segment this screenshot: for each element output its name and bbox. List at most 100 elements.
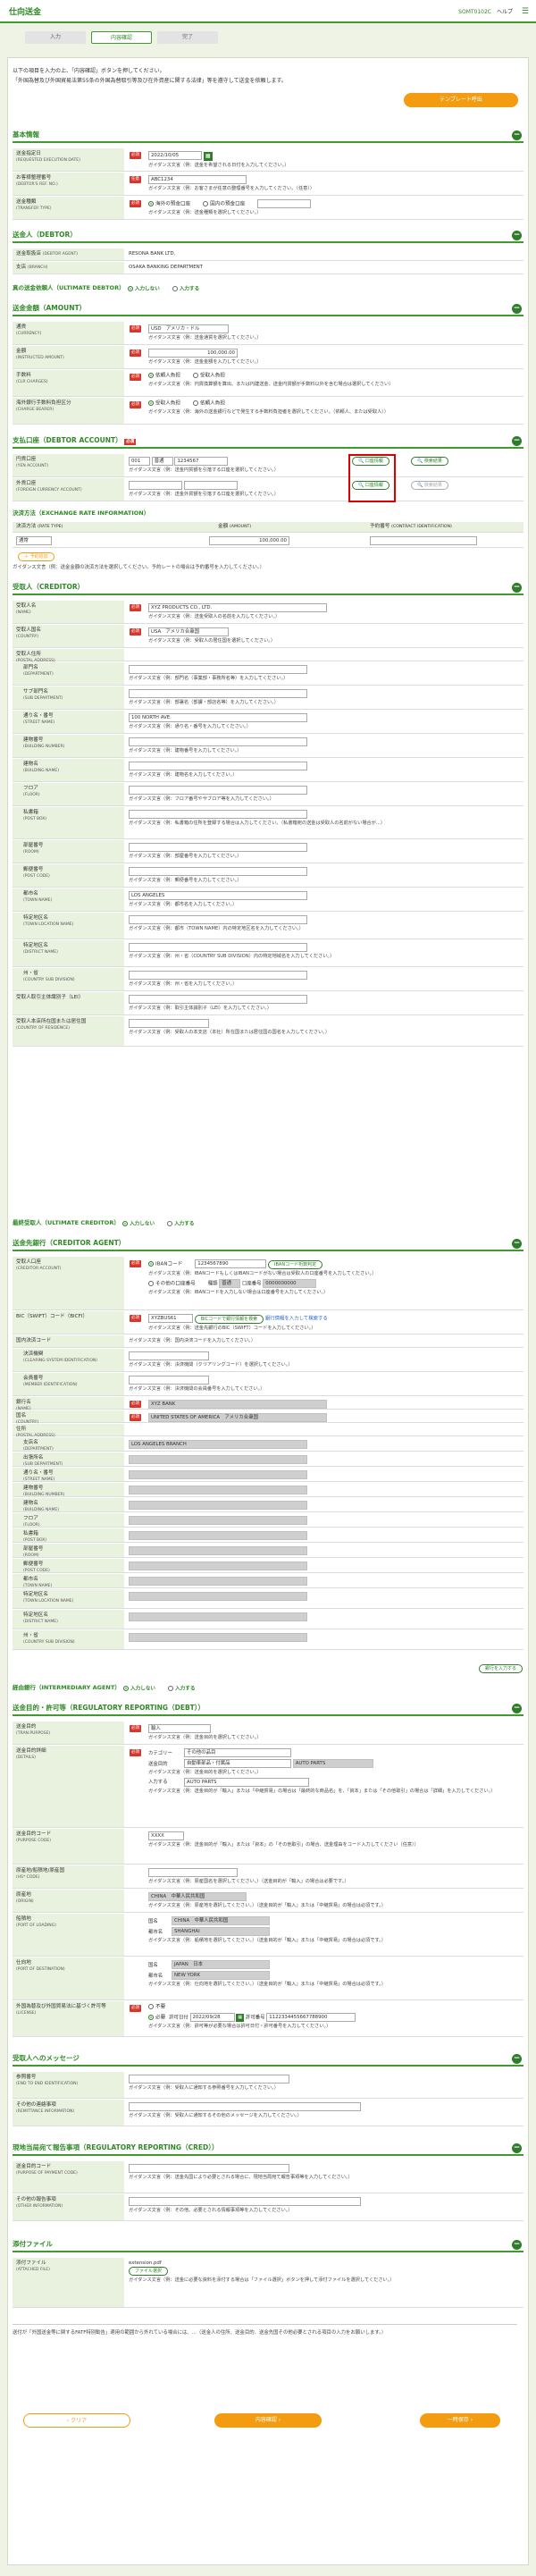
- tloc-input[interactable]: [129, 915, 307, 924]
- row-charges: 手数料 (CLR CHARGES) 必須 依頼人負担 受取人負担 ガイダンス文言（例：円…: [13, 370, 523, 397]
- row-street: 通り名・番号 (STREET NAME) 100 NORTH AVE. ガイダンス文言…: [13, 711, 523, 734]
- bank-input[interactable]: XYZ BANK: [148, 1400, 327, 1409]
- street-input[interactable]: 100 NORTH AVE.: [129, 713, 307, 722]
- row-charge-bearer: 海外銀行手数料負担区分 (CHARGE BEARER) 必須 受取人負担 依頼人負担ガ…: [13, 398, 523, 425]
- bpobox-input[interactable]: [129, 1531, 307, 1540]
- bdist-input[interactable]: [129, 1612, 307, 1621]
- bcountry-input[interactable]: UNITED STATES OF AMERICA アメリカ合衆国: [148, 1413, 327, 1422]
- collapse-icon[interactable]: −: [512, 2143, 522, 2153]
- bbldg-input[interactable]: [129, 1486, 307, 1494]
- row-pobox: 私書箱 (POST BOX) ガイダンス文言（例：私書箱の住所を登録する場合は入力し…: [13, 807, 523, 839]
- row-country: 受取人国名 (COUNTRY) 必須 USA アメリカ合衆国 ガイダンス文言（例：受取人…: [13, 625, 523, 648]
- room-input[interactable]: [129, 843, 307, 852]
- bbname-input[interactable]: [129, 1501, 307, 1510]
- row-purpose-code: 送金目的コード (PURPOSE CODE) XXXX ガイダンス文言（例：送金目的…: [13, 1829, 523, 1865]
- amount-input[interactable]: 100,000.00: [148, 349, 238, 358]
- collapse-icon[interactable]: −: [512, 1704, 522, 1713]
- btloc-input[interactable]: [129, 1592, 307, 1601]
- bpost-input[interactable]: [129, 1562, 307, 1570]
- fx-account-clear-button[interactable]: 🔍 検索結果: [411, 481, 448, 490]
- clear-button[interactable]: ‹ クリア: [23, 2413, 130, 2428]
- row-bpobox: 私書箱 (POST BOX): [13, 1528, 523, 1543]
- country-input[interactable]: USA アメリカ合衆国: [148, 627, 229, 636]
- exchange-header: 決済方法 (RATE TYPE) 金額 (AMOUNT) 予約番号 (CONTR…: [13, 522, 523, 533]
- bfloor-input[interactable]: [129, 1516, 307, 1525]
- district-input[interactable]: [129, 943, 307, 952]
- date-input[interactable]: 2022/10/05: [148, 151, 202, 160]
- yen-account-clear-button[interactable]: 🔍 検索結果: [411, 457, 448, 466]
- footer-note: 送付が「外国送金等に関するFATF特別勧告」適用の範囲から外れている場合には、.…: [13, 2324, 517, 2336]
- bldg-input[interactable]: [129, 737, 307, 746]
- ref-input[interactable]: ABC1234: [148, 175, 247, 184]
- row-ref: お客様整理番号 (DEBTOR'S REF. NO.) 任意 ABC1234 ガイダン…: [13, 173, 523, 196]
- town-input[interactable]: LOS ANGELES: [129, 891, 307, 900]
- template-button[interactable]: テンプレート呼出: [404, 93, 518, 107]
- bbranch-input[interactable]: LOS ANGELES BRANCH: [129, 1440, 307, 1449]
- confirm-button[interactable]: 内容確認 ›: [214, 2413, 322, 2428]
- bank-edit-button[interactable]: 銀行を入力する: [479, 1664, 523, 1673]
- row-btloc: 特定地区名 (TOWN LOCATION NAME): [13, 1589, 523, 1609]
- collapse-icon[interactable]: −: [512, 231, 522, 240]
- collapse-icon[interactable]: −: [512, 2054, 522, 2064]
- row-bcountry: 国名 (COUNTRY) 必須 UNITED STATES OF AMERICA アメ…: [13, 1410, 523, 1425]
- help-link[interactable]: ヘルプ: [497, 9, 513, 16]
- res-input[interactable]: [129, 1019, 209, 1028]
- calendar-icon[interactable]: ▦: [236, 2014, 245, 2023]
- row-addr: 受取人住所 (POSTAL ADDRESS): [13, 649, 523, 663]
- row-purpose-details: 送金目的詳細 (DETAILS) 必須 カテゴリー その他の品目 送金目的 自動車部品・…: [13, 1746, 523, 1828]
- bsub-input[interactable]: [129, 1455, 307, 1464]
- step-confirm: 内容確認: [91, 31, 152, 44]
- subdept-input[interactable]: [129, 689, 307, 698]
- bstreet-input[interactable]: [129, 1470, 307, 1479]
- save-button[interactable]: 一時保存 ›: [420, 2413, 500, 2428]
- highlight-box: [348, 454, 396, 502]
- row-member-id: 会員番号 (MEMBER IDENTIFICATION) ガイダンス文言（例：決済…: [13, 1373, 523, 1396]
- section-agent: 送金先銀行（CREDITOR AGENT） −: [13, 1239, 523, 1251]
- bname-input[interactable]: [129, 762, 307, 770]
- broom-input[interactable]: [129, 1546, 307, 1555]
- row-post: 郵便番号 (POST CODE) ガイダンス文言（例：郵便番号を入力してください。）: [13, 864, 523, 888]
- collapse-icon[interactable]: −: [512, 304, 522, 314]
- section-message: 受取人へのメッセージ −: [13, 2054, 523, 2067]
- collapse-icon[interactable]: −: [512, 436, 522, 446]
- add-contract-button[interactable]: ＋ 予約追加: [18, 552, 54, 561]
- row-floor: フロア (FLOOR) ガイダンス文言（例：フロア番号やサブロア等を入力してください…: [13, 783, 523, 806]
- row-port-loading: 船積地 (PORT OF LOADING) 国名 CHINA 中華人民共和国 都市名 S…: [13, 1914, 523, 1957]
- pobox-input[interactable]: [129, 810, 307, 819]
- dept-input[interactable]: [129, 665, 307, 674]
- row-branch: 支店 (BRANCH) OSAKA BANKING DEPARTMENT: [13, 262, 523, 274]
- section-amount: 送金金額（AMOUNT） −: [13, 304, 523, 316]
- section-cred-report: 現地当局宛て報告事項（REGULATORY REPORTING（CRED）） −: [13, 2143, 523, 2156]
- menu-icon[interactable]: ☰: [522, 7, 529, 18]
- type-overseas-radio[interactable]: 海外の預金口座: [148, 201, 190, 208]
- row-fx-account: 外貨口座 (FOREIGN CURRENCY ACCOUNT) ガイダンス文言（例…: [13, 478, 523, 501]
- post-input[interactable]: [129, 867, 307, 876]
- floor-input[interactable]: [129, 786, 307, 795]
- collapse-icon[interactable]: −: [512, 2240, 522, 2250]
- section-remitter: 送金人（DEBTOR） −: [13, 231, 523, 243]
- lei-input[interactable]: [129, 995, 307, 1004]
- bstate-input[interactable]: [129, 1633, 307, 1642]
- row-broom: 部屋番号 (ROOM): [13, 1544, 523, 1558]
- app-header: 仕向送金 SOMT0102C ヘルプ ☰: [0, 0, 536, 23]
- row-debtor-agent: 送金取扱店 (DEBTOR AGENT) RESONA BANK LTD.: [13, 248, 523, 261]
- collapse-icon[interactable]: −: [512, 1239, 522, 1249]
- currency-select[interactable]: USD アメリカ・ドル: [148, 324, 229, 333]
- calendar-icon[interactable]: ▦: [203, 151, 213, 161]
- user-id[interactable]: SOMT0102C: [458, 9, 491, 16]
- collapse-icon[interactable]: −: [512, 583, 522, 593]
- row-bpost: 郵便番号 (POST CODE): [13, 1559, 523, 1573]
- row-clearing-system: 決済機関 (CLEARING SYSTEM IDENTIFICATION) ガイダ…: [13, 1349, 523, 1372]
- row-yen-account: 円貨口座 (YEN ACCOUNT) 001 普通 1234567 ガイダンス文言（…: [13, 454, 523, 477]
- exchange-row: 通常 100,000.00: [13, 534, 523, 548]
- row-subdept: サブ部門名 (SUB DEPARTMENT) ガイダンス文言（例：部署名（部課・部店…: [13, 686, 523, 710]
- section-ultimate-creditor: 最終受取人（ULTIMATE CREDITOR） 入力しない 入力する: [13, 1219, 195, 1226]
- state-input[interactable]: [129, 971, 307, 980]
- name-input[interactable]: XYZ PRODUCTS CO., LTD.: [148, 603, 327, 612]
- file-select-button[interactable]: ファイル選択: [129, 2267, 169, 2277]
- progress-steps: 入力 内容確認 完了: [25, 31, 223, 44]
- type-domestic-radio[interactable]: 国内の預金口座: [203, 201, 245, 208]
- collapse-icon[interactable]: −: [512, 130, 522, 140]
- btown-input[interactable]: [129, 1577, 307, 1586]
- row-bank: 銀行名 (NAME) 必須 XYZ BANK: [13, 1397, 523, 1411]
